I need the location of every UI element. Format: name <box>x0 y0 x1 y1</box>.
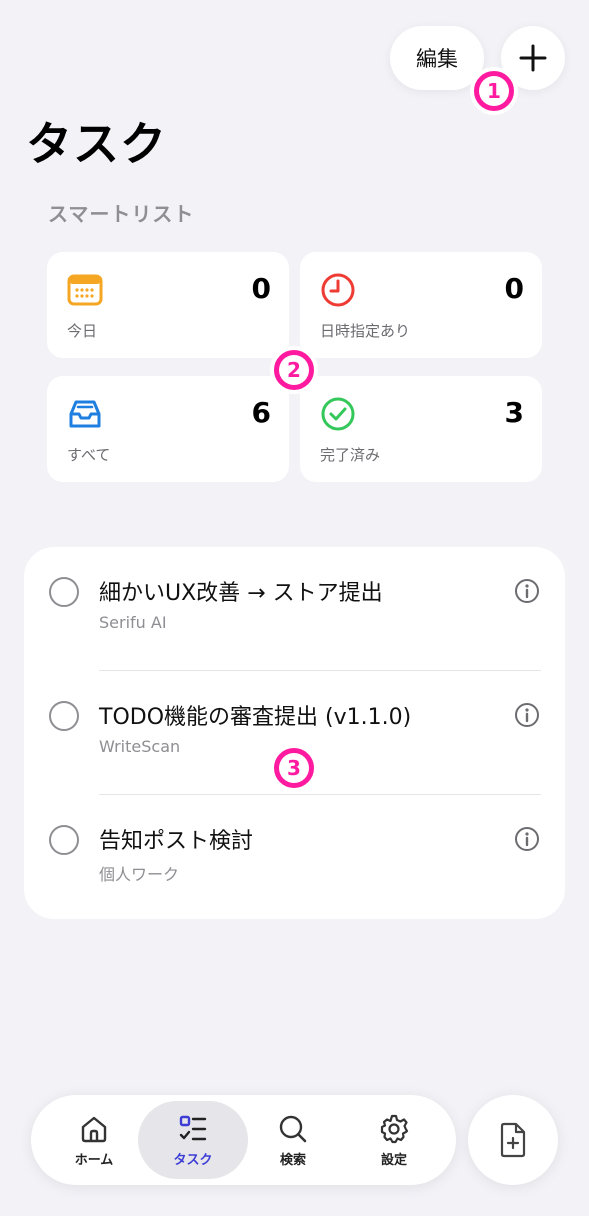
tab-settings[interactable]: 設定 <box>339 1101 449 1179</box>
tab-search-label: 検索 <box>279 1152 306 1168</box>
info-icon[interactable] <box>514 702 540 728</box>
tab-tasks-label: タスク <box>173 1152 213 1168</box>
smart-list-today[interactable]: 0 今日 <box>47 252 289 358</box>
tab-search[interactable]: 検索 <box>238 1101 348 1179</box>
task-complete-checkbox[interactable] <box>49 825 79 855</box>
checkmark-circle-icon <box>321 397 355 431</box>
task-project: WriteScan <box>99 737 181 756</box>
smart-list-scheduled-label: 日時指定あり <box>320 322 411 340</box>
smart-list-scheduled-count: 0 <box>504 272 524 305</box>
task-title: TODO機能の審査提出 (v1.1.0) <box>99 705 412 730</box>
inbox-icon <box>69 400 101 428</box>
smart-list-completed[interactable]: 3 完了済み <box>300 376 542 482</box>
gear-icon <box>380 1114 409 1143</box>
info-icon[interactable] <box>514 578 540 604</box>
task-list-icon <box>179 1115 207 1140</box>
smart-list-today-count: 0 <box>251 272 271 305</box>
smart-list-section-label: スマートリスト <box>48 202 195 226</box>
annotation-marker-1: 1 <box>470 67 518 115</box>
smart-list-all-count: 6 <box>251 396 271 429</box>
tab-home[interactable]: ホーム <box>39 1101 149 1179</box>
task-project: 個人ワーク <box>99 865 180 884</box>
smart-list-today-label: 今日 <box>67 322 98 340</box>
task-row[interactable]: 告知ポスト検討 個人ワーク <box>24 795 565 919</box>
info-icon[interactable] <box>514 826 540 852</box>
smart-list-all[interactable]: 6 すべて <box>47 376 289 482</box>
smart-list-completed-count: 3 <box>504 396 524 429</box>
search-icon <box>279 1115 307 1142</box>
calendar-icon <box>67 274 103 306</box>
tab-settings-label: 設定 <box>380 1152 407 1168</box>
tab-home-label: ホーム <box>74 1152 114 1168</box>
smart-list-completed-label: 完了済み <box>320 446 381 464</box>
smart-list-scheduled[interactable]: 0 日時指定あり <box>300 252 542 358</box>
tab-bar: ホーム タスク 検索 設定 <box>31 1095 456 1185</box>
task-row[interactable]: 細かいUX改善 → ストア提出 Serifu AI <box>24 547 565 671</box>
edit-button-label: 編集 <box>416 47 458 71</box>
task-complete-checkbox[interactable] <box>49 701 79 731</box>
plus-icon <box>519 44 547 72</box>
smart-list-all-label: すべて <box>67 446 111 464</box>
home-icon <box>81 1116 107 1142</box>
new-document-icon <box>500 1122 526 1158</box>
task-title: 告知ポスト検討 <box>99 829 254 854</box>
clock-icon <box>321 273 355 307</box>
new-document-button[interactable] <box>468 1095 558 1185</box>
task-list: 細かいUX改善 → ストア提出 Serifu AI TODO機能の審査提出 (v… <box>24 547 565 919</box>
page-title: タスク <box>26 117 167 171</box>
task-title: 細かいUX改善 → ストア提出 <box>99 581 383 606</box>
annotation-marker-2: 2 <box>270 346 318 394</box>
task-complete-checkbox[interactable] <box>49 577 79 607</box>
edit-button[interactable]: 編集 <box>390 26 484 90</box>
task-project: Serifu AI <box>99 613 167 632</box>
tab-tasks[interactable]: タスク <box>138 1101 248 1179</box>
annotation-marker-3: 3 <box>270 744 318 792</box>
